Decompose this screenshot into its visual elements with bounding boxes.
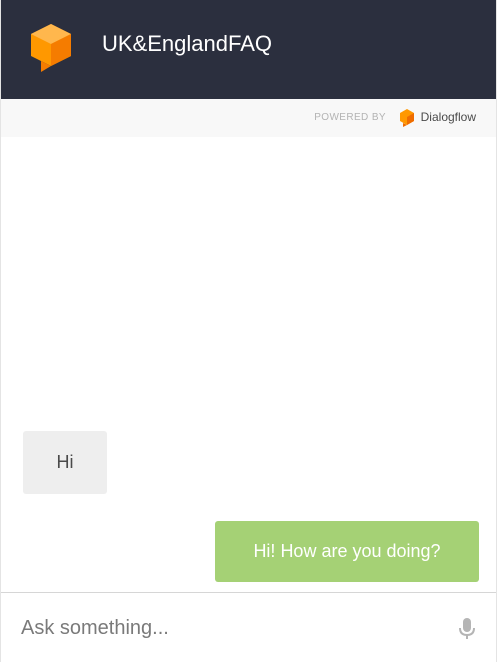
- agent-title: UK&EnglandFAQ: [102, 31, 272, 56]
- powered-by-bar: POWERED BY Dialogflow: [1, 99, 496, 137]
- powered-by-label: POWERED BY: [314, 112, 386, 123]
- microphone-icon[interactable]: [458, 617, 476, 641]
- user-message-bubble: Hi: [23, 431, 107, 494]
- chat-header: UK&EnglandFAQ: [1, 0, 496, 99]
- chat-widget: UK&EnglandFAQ POWERED BY Dialogflow Hi H…: [0, 0, 497, 662]
- agent-response-bubble: Hi! How are you doing?: [215, 521, 479, 582]
- user-message-text: Hi: [56, 452, 74, 472]
- dialogflow-logo-icon: [400, 109, 414, 127]
- dialogflow-cube-icon: [31, 24, 71, 72]
- query-bar: [1, 592, 496, 662]
- agent-response-text: Hi! How are you doing?: [253, 541, 441, 561]
- query-input[interactable]: [21, 611, 431, 645]
- dialogflow-brand-name: Dialogflow: [420, 110, 476, 124]
- conversation-area: Hi Hi! How are you doing?: [1, 137, 496, 592]
